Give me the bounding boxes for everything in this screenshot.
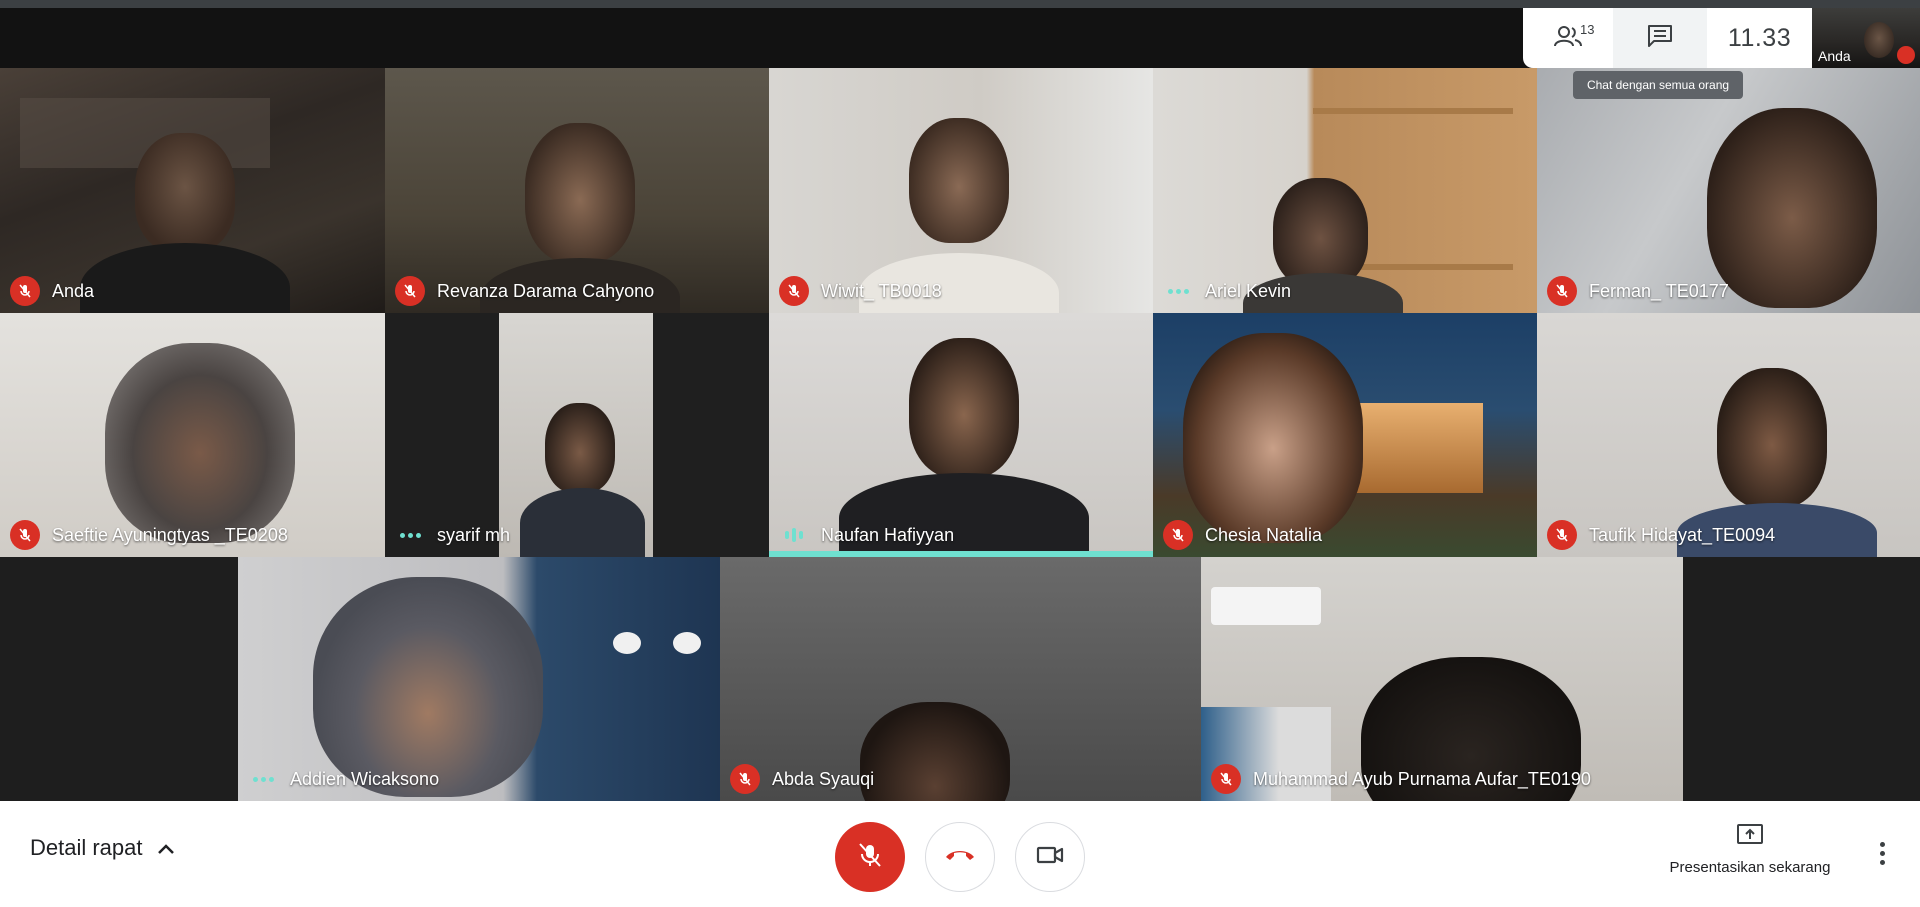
mic-off-icon <box>10 520 40 550</box>
participant-tile[interactable]: Addien Wicaksono <box>238 557 720 801</box>
mic-off-icon <box>1897 46 1915 64</box>
participant-tile[interactable]: Muhammad Ayub Purnama Aufar_TE0190 <box>1201 557 1683 801</box>
chat-button[interactable] <box>1613 8 1707 68</box>
people-icon <box>1553 25 1583 52</box>
participant-name: Ferman_ TE0177 <box>1589 280 1729 301</box>
participant-name-row: Ferman_ TE0177 <box>1547 275 1729 307</box>
camera-icon <box>1036 844 1064 871</box>
participant-name: Saeftie Ayuningtyas _TE0208 <box>52 524 288 545</box>
more-vert-icon <box>1879 841 1885 847</box>
participant-name: Muhammad Ayub Purnama Aufar_TE0190 <box>1253 768 1591 789</box>
participant-name: Chesia Natalia <box>1205 524 1323 545</box>
audio-dots-icon <box>1163 276 1193 306</box>
mic-off-icon <box>730 764 760 794</box>
participant-tile[interactable]: Saeftie Ayuningtyas _TE0208 <box>0 313 385 557</box>
self-view-person <box>1864 22 1894 58</box>
participant-name: Anda <box>52 280 95 301</box>
participant-name: Revanza Darama Cahyono <box>437 280 655 301</box>
bottom-control-bar: Detail rapat Presentasikan sekarang <box>0 801 1920 907</box>
meeting-details-button[interactable]: Detail rapat <box>30 835 175 861</box>
participant-tile[interactable]: Anda <box>0 68 385 313</box>
participant-name: Taufik Hidayat_TE0094 <box>1589 524 1776 545</box>
participant-name-row: Saeftie Ayuningtyas _TE0208 <box>10 519 288 551</box>
participant-tile[interactable]: Revanza Darama Cahyono <box>385 68 769 313</box>
audio-dots-icon <box>248 764 278 794</box>
audio-dots-icon <box>395 520 425 550</box>
participant-tile[interactable]: Abda Syauqi <box>720 557 1201 801</box>
participant-name: syarif mh <box>437 524 511 545</box>
people-button[interactable]: 13 <box>1523 8 1613 68</box>
present-now-button[interactable]: Presentasikan sekarang <box>1650 823 1850 876</box>
chat-icon <box>1647 24 1673 53</box>
participant-name-row: Ariel Kevin <box>1163 275 1291 307</box>
participant-tile[interactable]: Ferman_ TE0177 <box>1537 68 1920 313</box>
meeting-details-label: Detail rapat <box>30 835 143 860</box>
participant-name: Naufan Hafiyyan <box>821 524 955 545</box>
chevron-up-icon <box>157 835 175 861</box>
participant-name-row: Abda Syauqi <box>730 763 874 795</box>
mic-off-icon <box>1547 276 1577 306</box>
participant-tile[interactable]: Chesia Natalia <box>1153 313 1537 557</box>
present-now-label: Presentasikan sekarang <box>1669 859 1831 876</box>
participant-tile[interactable]: Ariel Kevin <box>1153 68 1537 313</box>
chat-tooltip: Chat dengan semua orang <box>1573 71 1743 99</box>
mic-off-icon <box>779 276 809 306</box>
participant-tile[interactable]: Wiwit_ TB0018 <box>769 68 1153 313</box>
mic-off-icon <box>1163 520 1193 550</box>
mic-off-icon <box>856 841 884 874</box>
self-view-thumbnail[interactable]: Anda <box>1812 8 1920 68</box>
leave-call-button[interactable] <box>925 822 995 892</box>
mic-off-icon <box>1547 520 1577 550</box>
participant-tile[interactable]: Naufan Hafiyyan <box>769 313 1153 557</box>
meeting-info-panel: 13 11.33 <box>1523 8 1812 68</box>
participant-tile[interactable]: syarif mh <box>385 313 769 557</box>
participant-name-row: syarif mh <box>395 519 510 551</box>
participant-name: Wiwit_ TB0018 <box>821 280 942 301</box>
participant-name-row: Naufan Hafiyyan <box>779 519 954 551</box>
microphone-toggle-button[interactable] <box>835 822 905 892</box>
participant-name-row: Anda <box>10 275 94 307</box>
more-options-button[interactable] <box>1872 833 1892 873</box>
participant-name-row: Chesia Natalia <box>1163 519 1322 551</box>
top-edge <box>0 0 1920 8</box>
participant-name: Addien Wicaksono <box>290 768 440 789</box>
speaking-icon <box>779 520 809 550</box>
participant-name-row: Addien Wicaksono <box>248 763 439 795</box>
participant-tile[interactable]: Taufik Hidayat_TE0094 <box>1537 313 1920 557</box>
participant-name-row: Taufik Hidayat_TE0094 <box>1547 519 1775 551</box>
mic-off-icon <box>1211 764 1241 794</box>
mic-off-icon <box>395 276 425 306</box>
participant-name-row: Wiwit_ TB0018 <box>779 275 942 307</box>
present-icon <box>1736 823 1764 851</box>
participant-name: Abda Syauqi <box>772 768 875 789</box>
phone-hangup-icon <box>944 847 976 868</box>
self-view-label: Anda <box>1818 48 1851 64</box>
mic-off-icon <box>10 276 40 306</box>
camera-toggle-button[interactable] <box>1015 822 1085 892</box>
participant-name-row: Muhammad Ayub Purnama Aufar_TE0190 <box>1211 763 1591 795</box>
participant-name: Ariel Kevin <box>1205 280 1292 301</box>
people-count: 13 <box>1580 22 1595 37</box>
participant-name-row: Revanza Darama Cahyono <box>395 275 654 307</box>
meeting-clock: 11.33 <box>1727 23 1792 52</box>
